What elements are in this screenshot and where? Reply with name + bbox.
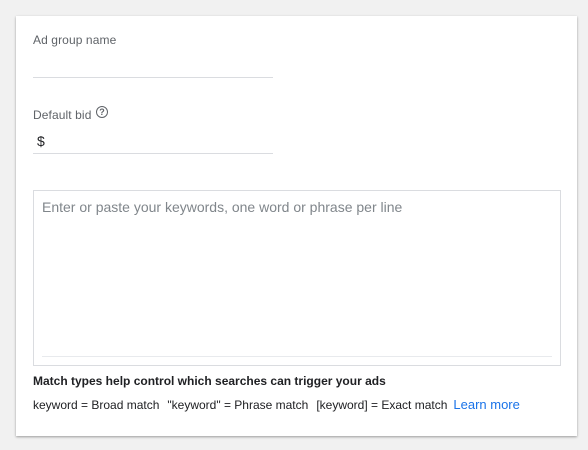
ad-group-name-input[interactable] — [33, 52, 273, 77]
keywords-textarea[interactable] — [42, 199, 552, 349]
exact-match-text: [keyword] = Exact match — [316, 398, 448, 412]
ad-group-name-label: Ad group name — [33, 33, 117, 47]
learn-more-link[interactable]: Learn more — [453, 397, 519, 412]
page-background-strip — [0, 0, 588, 16]
broad-match-text: keyword = Broad match — [33, 398, 160, 412]
ad-group-card: Ad group name Default bid ? $ Match type… — [16, 16, 577, 436]
match-types-title: Match types help control which searches … — [33, 374, 386, 388]
currency-symbol: $ — [37, 133, 45, 149]
default-bid-field[interactable]: $ — [33, 128, 273, 154]
default-bid-input[interactable] — [49, 128, 269, 153]
help-icon[interactable]: ? — [96, 106, 108, 118]
ad-group-name-field[interactable] — [33, 52, 273, 78]
keywords-box[interactable] — [33, 190, 561, 366]
match-types-legend: keyword = Broad match "keyword" = Phrase … — [33, 397, 520, 412]
default-bid-label: Default bid — [33, 108, 92, 122]
phrase-match-text: "keyword" = Phrase match — [167, 398, 309, 412]
keywords-divider — [42, 356, 552, 357]
